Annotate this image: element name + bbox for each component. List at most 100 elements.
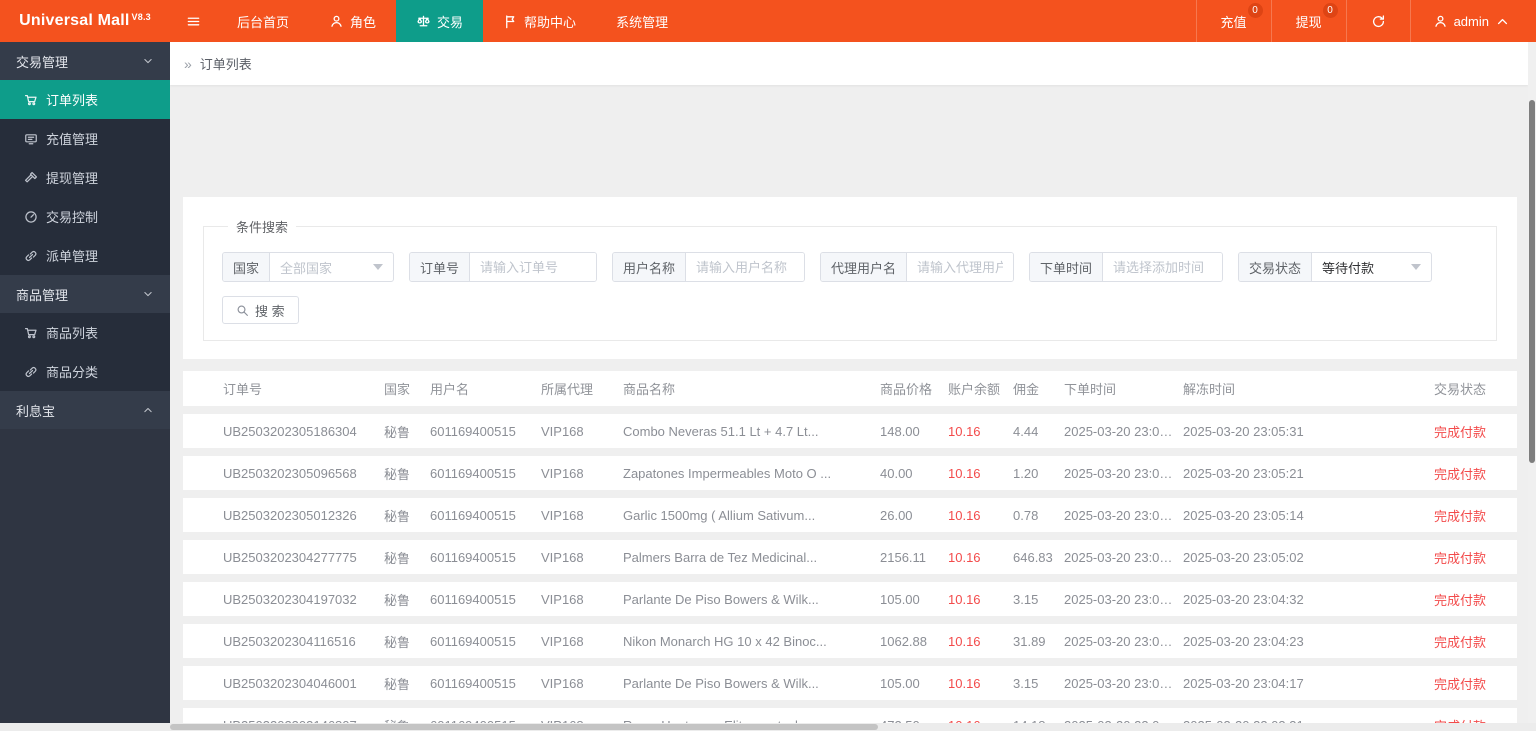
user-name: admin — [1453, 13, 1489, 29]
sidebar-group-利息宝[interactable]: 利息宝 — [0, 391, 170, 429]
topnav-system[interactable]: 系统管理 — [596, 0, 688, 42]
topbar-action-withdraw[interactable]: 提现 0 — [1270, 0, 1346, 42]
table-row[interactable]: UB2503202304277775 秘鲁 601169400515 VIP168 Pa… — [183, 540, 1517, 574]
cell: 秘鲁 — [384, 592, 411, 608]
chevron-down-icon — [142, 55, 154, 67]
scale-icon — [416, 14, 431, 29]
table-row[interactable]: UB2503202305096568 秘鲁 601169400515 VIP168 Za… — [183, 456, 1517, 490]
table-row[interactable]: UB2503202304197032 秘鲁 601169400515 VIP168 Pa… — [183, 582, 1517, 616]
horizontal-scrollbar[interactable] — [0, 723, 1528, 731]
brand-name: Universal Mall — [19, 12, 130, 29]
cell: VIP168 — [541, 423, 584, 439]
cell: 2025-03-20 23:04:04 — [1064, 675, 1183, 691]
sidebar-item-交易控制[interactable]: 交易控制 — [0, 197, 170, 236]
cell: 秘鲁 — [384, 424, 411, 440]
search-field-国家: 国家 全部国家 — [222, 252, 394, 282]
top-nav: 后台首页 角色 交易 帮助中心 系统管理 — [217, 0, 688, 42]
cell: 601169400515 — [430, 633, 516, 649]
vertical-scrollbar[interactable] — [1528, 42, 1536, 723]
sidebar-item-商品分类[interactable]: 商品分类 — [0, 352, 170, 391]
column-header: 订单号 — [223, 382, 263, 397]
sidebar-group-交易管理[interactable]: 交易管理 — [0, 42, 170, 80]
cell-status: 完成付款 — [1434, 508, 1487, 524]
search-field-代理用户名: 代理用户名 — [820, 252, 1014, 282]
card-icon — [24, 132, 38, 146]
table-row[interactable]: UB2503202304116516 秘鲁 601169400515 VIP168 Ni… — [183, 624, 1517, 658]
field-select[interactable]: 全部国家 — [270, 253, 393, 281]
field-select[interactable]: 等待付款 — [1312, 253, 1431, 281]
search-field-订单号: 订单号 — [409, 252, 597, 282]
gavel-icon — [24, 171, 38, 185]
cell: 646.83 — [1013, 549, 1053, 565]
cell-order-no: UB2503202305012326 — [223, 507, 357, 523]
cell-order-no: UB2503202304046001 — [223, 675, 357, 691]
topbar-action-recharge[interactable]: 充值 0 — [1195, 0, 1271, 42]
cell-status: 完成付款 — [1434, 716, 1517, 724]
topnav-label: 交易 — [437, 14, 464, 30]
topnav-label: 系统管理 — [616, 14, 669, 30]
refresh-button[interactable] — [1345, 0, 1410, 42]
topnav-trade[interactable]: 交易 — [396, 0, 484, 42]
cell: 2156.11 — [880, 549, 927, 565]
field-input[interactable] — [686, 253, 804, 281]
chevron-down-icon — [142, 288, 154, 300]
table-row[interactable]: UB2503202304046001 秘鲁 601169400515 VIP168 Pa… — [183, 666, 1517, 700]
field-input[interactable] — [470, 253, 596, 281]
chevron-up-icon — [1495, 14, 1510, 29]
cell: 秘鲁 — [384, 676, 411, 692]
cell: 2025-03-20 23:05:14 — [1183, 507, 1304, 523]
cell: 2025-03-20 23:05:01 — [1064, 507, 1183, 523]
sidebar-item-提现管理[interactable]: 提现管理 — [0, 158, 170, 197]
search-fields: 国家全部国家订单号用户名称代理用户名下单时间交易状态等待付款 — [222, 252, 1478, 282]
sidebar-item-派单管理[interactable]: 派单管理 — [0, 236, 170, 275]
sidebar-item-商品列表[interactable]: 商品列表 — [0, 313, 170, 352]
search-button[interactable]: 搜 索 — [222, 296, 299, 324]
user-menu[interactable]: admin — [1409, 0, 1536, 42]
sidebar-item-label: 派单管理 — [46, 249, 99, 264]
cell: 2025-03-20 23:04:19 — [1064, 591, 1183, 607]
topnav-help-center[interactable]: 帮助中心 — [483, 0, 596, 42]
cell-order-no: UB2503202305096568 — [223, 465, 357, 481]
topnav-label: 后台首页 — [237, 14, 290, 30]
cell: 601169400515 — [430, 591, 516, 607]
search-icon — [236, 304, 249, 317]
topnav-dashboard[interactable]: 后台首页 — [217, 0, 309, 42]
column-header: 下单时间 — [1064, 382, 1117, 397]
sidebar-group-商品管理[interactable]: 商品管理 — [0, 275, 170, 313]
column-header: 所属代理 — [541, 382, 594, 397]
sidebar: 交易管理 订单列表 充值管理 提现管理交易控制派单管理商品管理商品列表商品分类 利息宝 — [0, 42, 170, 723]
cell: VIP168 — [541, 675, 584, 691]
action-label: 充值 — [1220, 14, 1247, 30]
column-header: 商品价格 — [880, 382, 933, 397]
field-label: 交易状态 — [1239, 253, 1313, 281]
cell: 2025-03-20 23:05:31 — [1183, 423, 1304, 439]
sidebar-item-订单列表[interactable]: 订单列表 — [0, 80, 170, 119]
cell: VIP168 — [541, 465, 584, 481]
search-field-下单时间: 下单时间 — [1029, 252, 1223, 282]
cell: 105.00 — [880, 675, 920, 691]
vertical-scrollbar-thumb[interactable] — [1529, 100, 1535, 463]
table-row[interactable]: UB2503202303146807秘鲁601169400515VIP168Ra… — [183, 708, 1517, 723]
cell: 2025-03-20 23:05:09 — [1064, 465, 1183, 481]
table-row[interactable]: UB2503202305012326 秘鲁 601169400515 VIP168 Ga… — [183, 498, 1517, 532]
main-area: » 订单列表 条件搜索 国家全部国家订单号用户名称代理用户名下单时间交易状态等待… — [170, 42, 1528, 723]
brand-logo[interactable]: Universal Mall V8.3 — [0, 0, 170, 42]
sidebar-toggle-button[interactable] — [170, 0, 217, 42]
search-field-用户名称: 用户名称 — [612, 252, 805, 282]
sidebar-item-充值管理[interactable]: 充值管理 — [0, 119, 170, 158]
cell-balance: 10.16 — [948, 507, 981, 523]
table-row[interactable]: UB2503202305186304 秘鲁 601169400515 VIP168 Co… — [183, 414, 1517, 448]
horizontal-scrollbar-thumb[interactable] — [170, 724, 878, 730]
topnav-roles[interactable]: 角色 — [309, 0, 396, 42]
cell-order-no: UB2503202304116516 — [223, 633, 356, 649]
sidebar-item-label: 交易控制 — [46, 210, 99, 225]
cell-balance: 10.16 — [948, 633, 981, 649]
field-label: 国家 — [223, 253, 271, 281]
cell: 秘鲁 — [384, 508, 411, 524]
field-input[interactable] — [907, 253, 1013, 281]
link-icon — [24, 249, 38, 263]
cell: 秘鲁 — [384, 550, 411, 566]
field-input[interactable] — [1103, 253, 1222, 281]
column-header: 交易状态 — [1434, 382, 1487, 397]
sidebar-item-label: 商品列表 — [46, 326, 99, 341]
